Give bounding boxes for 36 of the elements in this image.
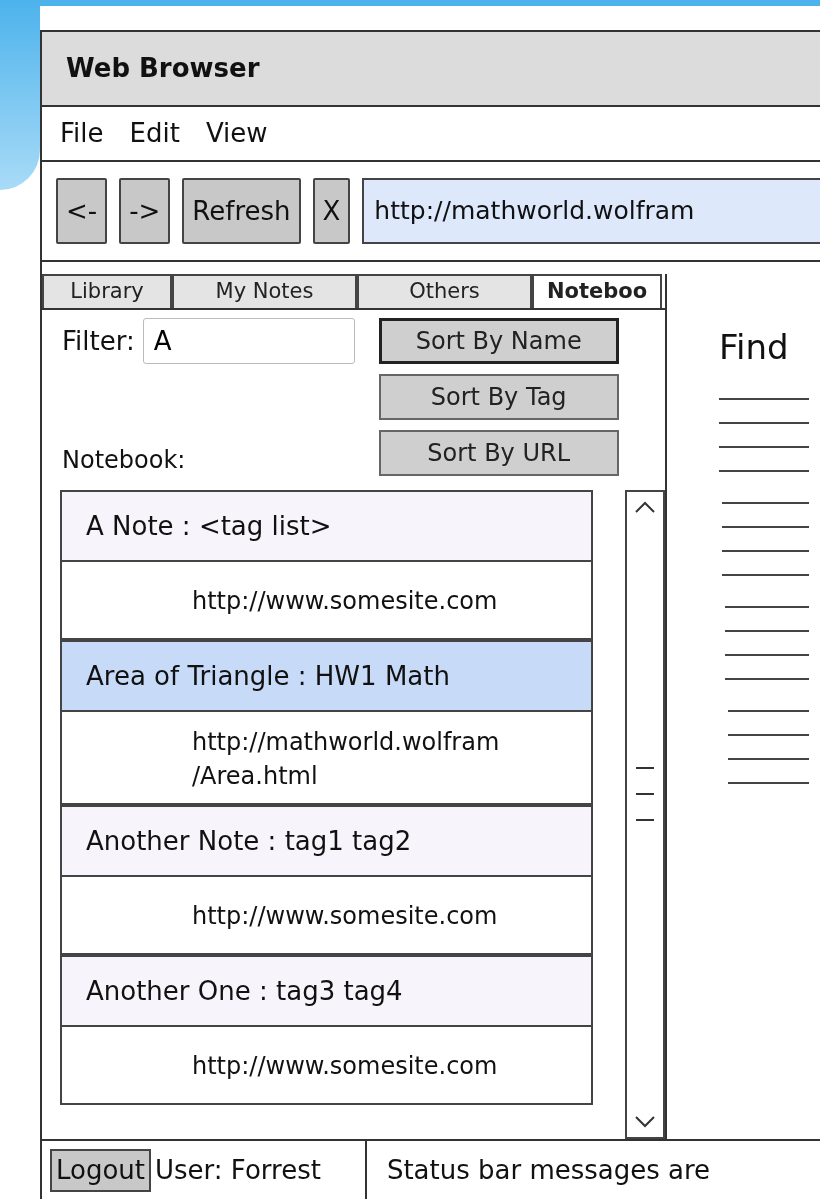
note-header[interactable]: A Note : <tag list> [60,490,594,562]
note-url[interactable]: /Area.html [192,759,592,794]
user-label: User: Forrest [155,1153,321,1187]
note-url[interactable]: http://www.somesite.com [192,900,592,934]
sort-button[interactable]: Sort By Name [378,318,619,364]
scroll-up-icon[interactable] [634,500,657,514]
scroll-down-icon[interactable] [634,1115,657,1129]
stop-button[interactable]: X [312,178,351,244]
tab[interactable]: My Notes [172,274,357,308]
window-title: Web Browser [42,32,820,107]
tab[interactable]: Noteboo [532,274,662,308]
logout-button[interactable]: Logout [50,1148,152,1192]
note-header[interactable]: Another Note : tag1 tag2 [60,805,594,878]
menu-item[interactable]: View [205,114,268,153]
address-field[interactable]: http://mathworld.wolfram [362,178,820,244]
note-header[interactable]: Area of Triangle : HW1 Math [60,640,594,712]
page-heading: Find [719,326,790,369]
note-url[interactable]: http://www.somesite.com [192,1050,592,1084]
sort-button[interactable]: Sort By Tag [378,374,619,420]
tab[interactable]: Library [42,274,172,308]
menu-item[interactable]: Edit [129,114,180,153]
sort-button[interactable]: Sort By URL [378,430,619,476]
filter-label: Filter: [62,324,135,358]
scrollbar[interactable] [625,490,665,1139]
note-url[interactable]: http://www.somesite.com [192,585,592,619]
note-header[interactable]: Another One : tag3 tag4 [60,955,594,1028]
forward-button[interactable]: -> [119,178,171,244]
notebook-label: Notebook: [62,446,186,474]
scroll-thumb-icon[interactable] [634,764,657,824]
status-message: Status bar messages are [386,1153,711,1187]
menu-item[interactable]: File [60,114,104,153]
tab[interactable]: Others [357,274,532,308]
back-button[interactable]: <- [56,178,108,244]
filter-field[interactable]: A [142,318,355,364]
note-url[interactable]: http://mathworld.wolfram [192,726,592,760]
refresh-button[interactable]: Refresh [182,178,301,244]
